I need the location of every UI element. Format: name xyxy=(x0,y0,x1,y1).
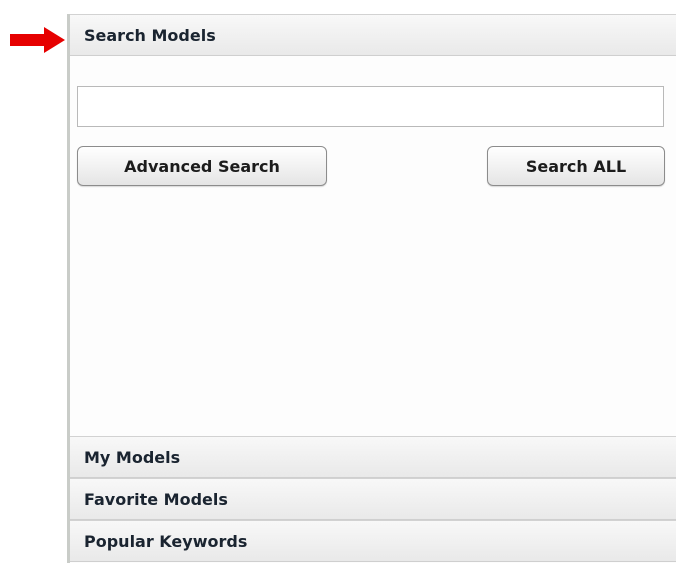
search-input[interactable] xyxy=(77,86,664,127)
search-models-header-label: Search Models xyxy=(84,25,216,45)
models-accordion-panel: Search Models Advanced Search Search ALL… xyxy=(67,14,676,563)
my-models-header[interactable]: My Models xyxy=(70,436,676,478)
right-arrow-icon xyxy=(10,27,65,53)
advanced-search-button[interactable]: Advanced Search xyxy=(77,146,327,186)
popular-keywords-header[interactable]: Popular Keywords xyxy=(70,520,676,562)
favorite-models-header[interactable]: Favorite Models xyxy=(70,478,676,520)
my-models-header-label: My Models xyxy=(84,447,181,467)
search-models-content: Advanced Search Search ALL xyxy=(70,56,676,436)
search-all-button[interactable]: Search ALL xyxy=(487,146,665,186)
search-models-header[interactable]: Search Models xyxy=(70,14,676,56)
popular-keywords-header-label: Popular Keywords xyxy=(84,531,248,551)
favorite-models-header-label: Favorite Models xyxy=(84,489,228,509)
